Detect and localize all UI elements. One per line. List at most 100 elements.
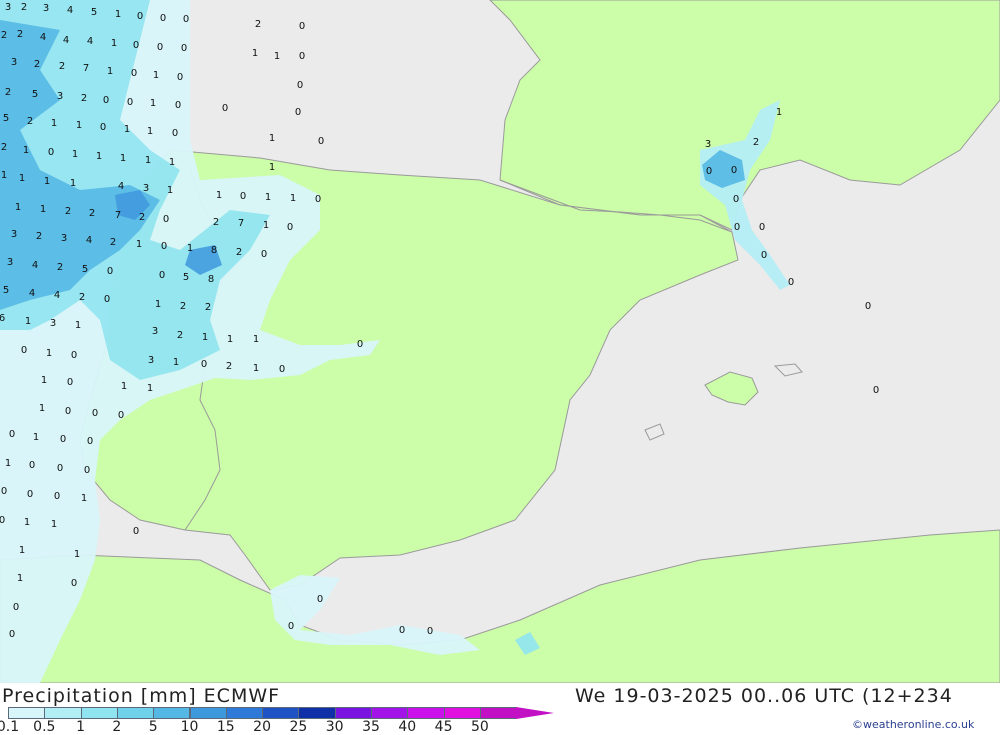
precip-value-label: 1 [19, 545, 25, 556]
site-credit[interactable]: ©weatheronline.co.uk [852, 718, 974, 731]
legend-swatch [153, 707, 191, 719]
precip-value-label: 0 [131, 68, 137, 79]
precipitation-map: 3 2 3 4 5 1 0 0 0 2 02 2 4 4 4 1 0 0 0 1 03 2 2 7 1 0 1 0102 5 3 2 0 0 1 0… [0, 0, 1000, 683]
precip-value-label: 0 [161, 241, 167, 252]
precip-value-label: 1 [41, 375, 47, 386]
precip-value-label: 1 [120, 153, 126, 164]
precip-value-label: 0 [201, 359, 207, 370]
precip-value-label: 5 [3, 285, 9, 296]
precip-value-label: 0 [137, 11, 143, 22]
precip-value-label: 1 [51, 118, 57, 129]
precip-value-label: 1 [136, 239, 142, 250]
precip-value-label: 0 [160, 13, 166, 24]
precip-value-label: 1 [776, 107, 782, 118]
precip-value-label: 1 [173, 357, 179, 368]
precip-value-label: 1 [167, 185, 173, 196]
precip-value-label: 0 [9, 629, 15, 640]
precip-value-label: 5 [3, 113, 9, 124]
precip-value-label: 4 [32, 260, 38, 271]
precip-value-label: 0 [759, 222, 765, 233]
precip-value-label: 1 [72, 149, 78, 160]
precip-value-label: 0 [299, 51, 305, 62]
precip-value-label: 0 [65, 406, 71, 417]
precip-value-label: 2 [753, 137, 759, 148]
precip-value-label: 0 [873, 385, 879, 396]
precip-value-label: 3 [148, 355, 154, 366]
precip-value-label: 0 [29, 460, 35, 471]
precip-value-label: 3 [7, 257, 13, 268]
precip-value-label: 5 [183, 272, 189, 283]
legend-swatch [116, 707, 155, 719]
precip-value-label: 5 [91, 7, 97, 18]
precip-value-label: 0 [279, 364, 285, 375]
precip-value-label: 1 [216, 190, 222, 201]
precip-value-label: 6 [0, 313, 5, 324]
precip-value-label: 1 [1, 170, 7, 181]
precip-value-label: 4 [86, 235, 92, 246]
precip-value-label: 2 [59, 61, 65, 72]
precip-value-label: 1 [263, 220, 269, 231]
precip-value-label: 1 [107, 66, 113, 77]
precip-value-label: 0 [27, 489, 33, 500]
precip-value-label: 1 [187, 243, 193, 254]
precip-value-label: 1 [44, 176, 50, 187]
precip-value-label: 2 [89, 208, 95, 219]
precip-value-label: 4 [54, 290, 60, 301]
precip-value-label: 3 [11, 229, 17, 240]
precip-value-label: 2 [226, 361, 232, 372]
precip-value-label: 0 [87, 436, 93, 447]
precip-value-label: 5 [32, 89, 38, 100]
precip-value-label: 1 [51, 519, 57, 530]
legend-swatch [225, 707, 264, 719]
precip-value-label: 2 [79, 292, 85, 303]
precip-value-label: 2 [17, 29, 23, 40]
precip-value-label: 2 [36, 231, 42, 242]
precip-value-label: 1 [253, 334, 259, 345]
precip-value-label: 2 [81, 93, 87, 104]
precip-value-label: 0 [399, 625, 405, 636]
precip-value-label: 0 [733, 194, 739, 205]
precip-value-label: 1 [33, 432, 39, 443]
precip-value-label: 1 [121, 381, 127, 392]
precip-value-label: 0 [788, 277, 794, 288]
precip-value-label: 7 [238, 218, 244, 229]
precip-value-label: 0 [133, 526, 139, 537]
legend-swatch [44, 707, 82, 719]
precip-value-label: 1 [269, 133, 275, 144]
precip-value-label: 2 [180, 301, 186, 312]
precip-value-label: 0 [92, 408, 98, 419]
precip-value-label: 0 [427, 626, 433, 637]
precip-value-label: 0 [163, 214, 169, 225]
precip-value-label: 0 [315, 194, 321, 205]
precip-value-label: 0 [288, 621, 294, 632]
precip-value-label: 8 [208, 274, 214, 285]
precip-value-label: 1 [15, 202, 21, 213]
precip-value-label: 0 [48, 147, 54, 158]
map-valid-time: We 19-03-2025 00..06 UTC (12+234 [575, 685, 953, 707]
precip-value-label: 1 [155, 299, 161, 310]
precip-value-label: 1 [124, 124, 130, 135]
precip-value-label: 1 [96, 151, 102, 162]
precip-value-label: 0 [865, 301, 871, 312]
legend-swatch [8, 707, 46, 719]
precip-value-label: 4 [87, 36, 93, 47]
precip-value-label: 0 [133, 40, 139, 51]
precip-value-label: 0 [295, 107, 301, 118]
precip-value-label: 0 [297, 80, 303, 91]
map-title: Precipitation [mm] ECMWF [2, 685, 281, 707]
precip-value-label: 0 [706, 166, 712, 177]
precip-value-label: 2 [5, 87, 11, 98]
precip-value-label: 0 [183, 14, 189, 25]
legend-swatch [407, 707, 445, 719]
precip-value-label: 1 [5, 458, 11, 469]
precip-value-label: 2 [205, 302, 211, 313]
precip-value-label: 0 [127, 97, 133, 108]
precip-value-label: 2 [1, 142, 7, 153]
precip-value-label: 2 [236, 247, 242, 258]
precip-value-label: 1 [40, 204, 46, 215]
precip-value-label: 0 [60, 434, 66, 445]
legend-swatch [334, 707, 372, 719]
precip-value-label: 1 [17, 573, 23, 584]
precip-value-label: 5 [82, 264, 88, 275]
precip-value-label: 0 [9, 429, 15, 440]
